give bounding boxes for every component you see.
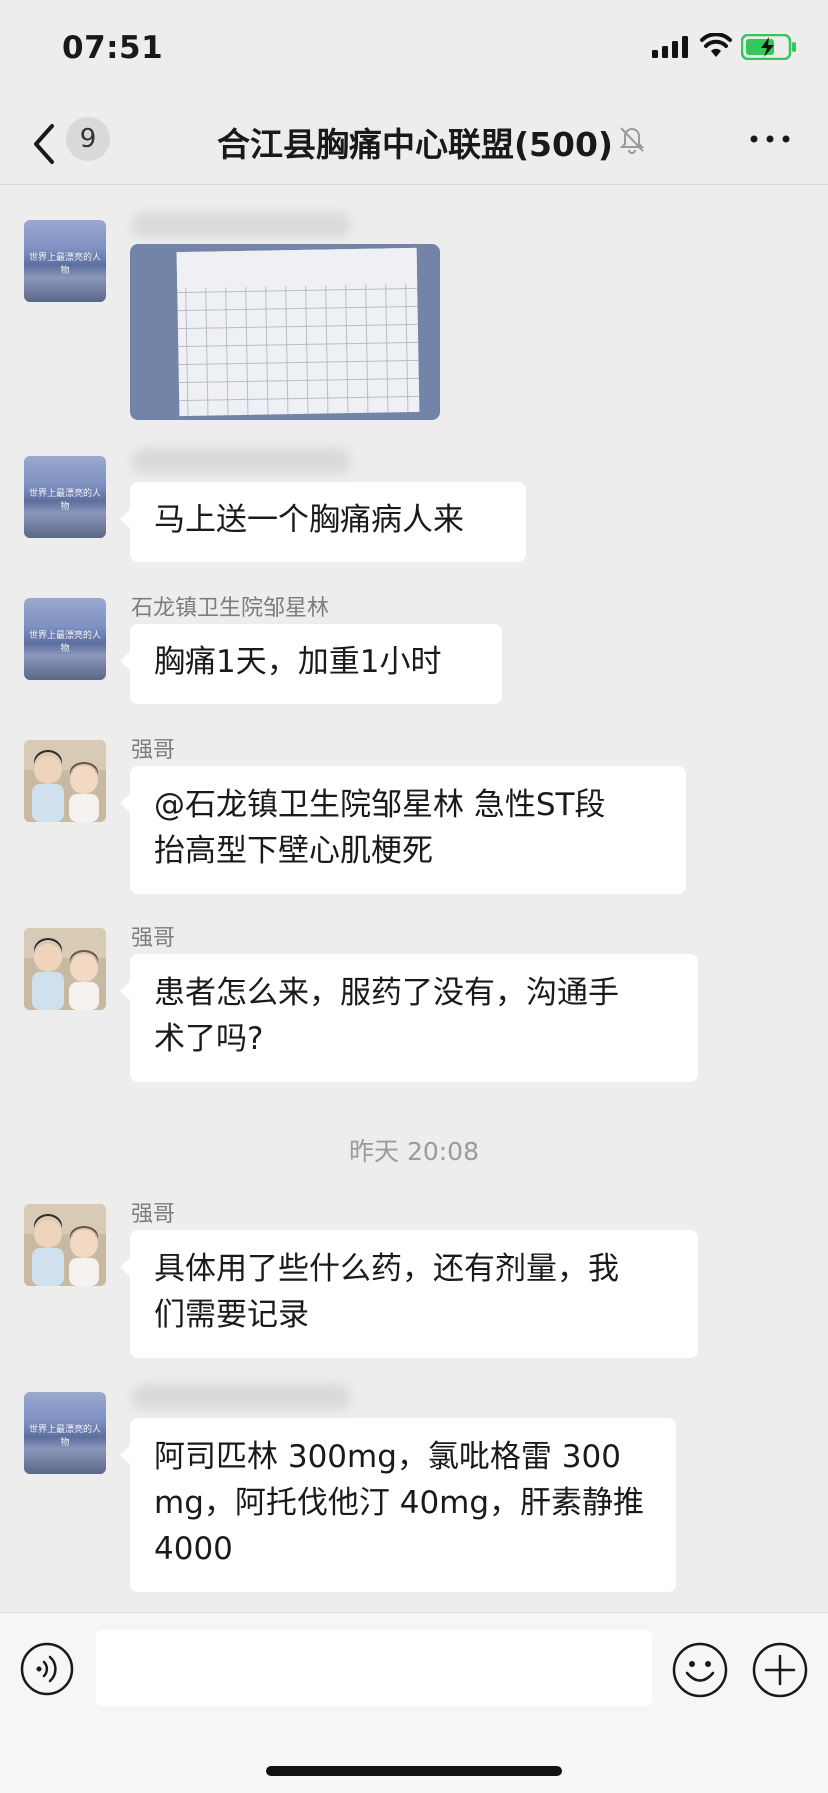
sender-name: 强哥 <box>131 926 176 951</box>
emoji-button[interactable] <box>672 1642 728 1698</box>
sender-name-blurred <box>131 448 351 474</box>
message-bubble[interactable]: 具体用了些什么药，还有剂量，我 们需要记录 <box>120 1230 698 1358</box>
ecg-paper-header <box>176 247 418 289</box>
chat-title-text: 合江县胸痛中心联盟(500) <box>216 125 614 164</box>
avatar[interactable] <box>24 740 106 822</box>
voice-button[interactable] <box>20 1642 74 1696</box>
avatar[interactable] <box>24 928 106 1010</box>
voice-icon <box>36 1655 57 1683</box>
status-time: 07:51 <box>62 30 164 66</box>
battery-icon <box>741 34 796 60</box>
message-line: 患者怎么来，服药了没有，沟通手 <box>154 975 619 1011</box>
avatar-caption: 世界上最漂亮的人物 <box>28 253 101 276</box>
avatar[interactable]: 世界上最漂亮的人物 <box>24 1392 106 1474</box>
wifi-icon <box>700 33 732 57</box>
kids-photo <box>24 928 106 1010</box>
ellipsis-icon <box>750 135 790 143</box>
avatar-caption: 世界上最漂亮的人物 <box>28 631 101 654</box>
kids-photo <box>24 740 106 822</box>
more-button[interactable] <box>748 124 792 154</box>
message-line: 具体用了些什么药，还有剂量，我 <box>154 1251 619 1287</box>
message-line: 们需要记录 <box>154 1297 309 1333</box>
message-line: mg，阿托伐他汀 40mg，肝素静推 <box>154 1485 645 1521</box>
avatar[interactable] <box>24 1204 106 1286</box>
message-input[interactable] <box>96 1630 652 1706</box>
chat-title: 合江县胸痛中心联盟(500) <box>150 118 680 166</box>
sender-name-blurred <box>131 1384 351 1410</box>
message-bubble[interactable]: 阿司匹林 300mg，氯吡格雷 300 mg，阿托伐他汀 40mg，肝素静推 4… <box>120 1418 676 1592</box>
message-line: 抬高型下壁心肌梗死 <box>154 833 433 869</box>
message-line: 4000 <box>154 1531 233 1567</box>
smiley-icon <box>672 1642 728 1698</box>
home-indicator <box>266 1766 562 1776</box>
sender-name: 强哥 <box>131 1202 176 1227</box>
signal-icon <box>652 36 688 58</box>
timestamp: 昨天 20:08 <box>349 1137 479 1166</box>
message-bubble[interactable]: 马上送一个胸痛病人来 <box>120 482 526 562</box>
chevron-left-icon <box>34 124 54 164</box>
plus-icon <box>752 1642 808 1698</box>
message-text: 胸痛1天，加重1小时 <box>154 644 442 680</box>
avatar[interactable]: 世界上最漂亮的人物 <box>24 220 106 302</box>
ecg-photo[interactable] <box>130 244 440 420</box>
avatar[interactable]: 世界上最漂亮的人物 <box>24 456 106 538</box>
avatar-caption: 世界上最漂亮的人物 <box>28 1425 101 1448</box>
kids-photo <box>24 1204 106 1286</box>
sender-name: 强哥 <box>131 738 176 763</box>
back-button[interactable] <box>28 120 64 168</box>
sender-name-blurred <box>131 212 351 238</box>
message-text: 马上送一个胸痛病人来 <box>154 502 464 538</box>
message-bubble[interactable]: 胸痛1天，加重1小时 <box>120 624 502 704</box>
avatar[interactable]: 世界上最漂亮的人物 <box>24 598 106 680</box>
message-bubble[interactable]: 患者怎么来，服药了没有，沟通手 术了吗? <box>120 954 698 1082</box>
avatar-caption: 世界上最漂亮的人物 <box>28 489 101 512</box>
unread-badge[interactable]: 9 <box>66 117 110 161</box>
message-line: 阿司匹林 300mg，氯吡格雷 300 <box>154 1439 621 1475</box>
plus-button[interactable] <box>752 1642 808 1698</box>
sender-name: 石龙镇卫生院邹星林 <box>131 596 330 621</box>
message-line: 术了吗? <box>154 1021 264 1057</box>
message-line: @石龙镇卫生院邹星林 急性ST段 <box>154 787 606 823</box>
ecg-paper <box>176 247 420 417</box>
message-bubble[interactable]: @石龙镇卫生院邹星林 急性ST段 抬高型下壁心肌梗死 <box>120 766 686 894</box>
bell-slash-icon <box>619 127 645 154</box>
